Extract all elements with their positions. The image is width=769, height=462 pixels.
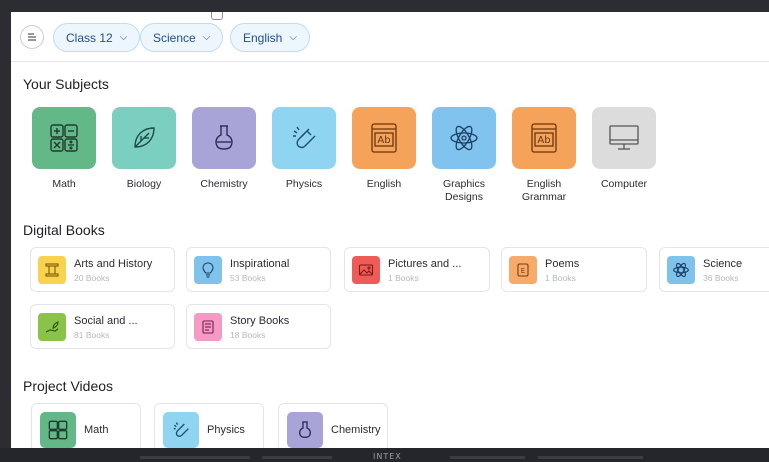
column-icon — [38, 256, 66, 284]
book-category-title: Story Books — [230, 315, 290, 327]
bezel-detail — [140, 456, 250, 459]
bezel-detail — [262, 456, 332, 459]
menu-icon — [28, 33, 36, 41]
book-category-card[interactable]: Social and ... 81 Books — [30, 304, 175, 349]
hand-plant-icon — [38, 313, 66, 341]
stream-filter-label: Science — [153, 30, 196, 45]
calculator-icon — [40, 412, 76, 448]
subject-label: Graphics Designs — [442, 178, 485, 203]
language-filter-label: English — [243, 30, 283, 45]
book-category-card[interactable]: E Poems 1 Books — [501, 247, 647, 292]
book-count: 81 Books — [74, 330, 110, 340]
subject-tile — [192, 107, 256, 169]
subject-tile: Ab — [512, 107, 576, 169]
chevron-down-icon: ⌵ — [119, 32, 128, 43]
subject-label: English Grammar — [521, 178, 567, 203]
video-label: Chemistry — [331, 424, 381, 436]
book-category-title: Poems — [545, 258, 580, 270]
ab-book-icon: Ab — [371, 123, 397, 153]
book-category-card[interactable]: Arts and History 20 Books — [30, 247, 175, 292]
book-category-title: Social and ... — [74, 315, 138, 327]
bezel-detail — [538, 456, 643, 459]
class-filter-dropdown[interactable]: Class 12 ⌵ — [53, 23, 141, 52]
subject-tile: Ab — [352, 107, 416, 169]
subject-label: Math — [52, 178, 76, 190]
bezel-detail — [450, 456, 525, 459]
book-count: 1 Books — [545, 273, 576, 283]
subject-tile — [112, 107, 176, 169]
subject-tile — [592, 107, 656, 169]
language-filter-dropdown[interactable]: English ⌵ — [230, 23, 310, 52]
filter-bar: Class 12 ⌵ Science ⌵ English ⌵ — [11, 12, 769, 62]
subject-math[interactable]: Math — [32, 107, 96, 191]
svg-text:E: E — [521, 267, 525, 275]
book-category-card[interactable]: Science 36 Books — [659, 247, 769, 292]
book-count: 36 Books — [703, 273, 739, 283]
project-video-card[interactable]: Physics — [154, 403, 264, 448]
bezel-brand-logo: INTEX — [373, 452, 402, 461]
calculator-icon — [50, 124, 78, 152]
subject-label: Computer — [600, 178, 648, 190]
chevron-down-icon: ⌵ — [289, 32, 297, 43]
subject-biology[interactable]: Biology — [112, 107, 176, 191]
video-label: Math — [84, 424, 109, 436]
subject-tile — [432, 107, 496, 169]
stream-filter-dropdown[interactable]: Science ⌵ — [140, 23, 224, 52]
svg-text:Ab: Ab — [537, 135, 550, 146]
chevron-down-icon: ⌵ — [202, 32, 211, 43]
menu-button[interactable] — [20, 25, 44, 49]
subject-label: Physics — [285, 178, 323, 190]
subject-tile — [32, 107, 96, 169]
subject-graphics-designs[interactable]: Graphics Designs — [432, 107, 496, 204]
flask-icon — [287, 412, 323, 448]
subject-tile — [272, 107, 336, 169]
scroll-icon: E — [509, 256, 537, 284]
book-category-card[interactable]: Pictures and ... 1 Books — [344, 247, 490, 292]
subjects-heading: Your Subjects — [23, 76, 109, 92]
app-screen: Class 12 ⌵ Science ⌵ English ⌵ Your Subj… — [11, 12, 769, 448]
subject-label: English — [366, 178, 402, 190]
book-count: 20 Books — [74, 273, 110, 283]
book-count: 53 Books — [230, 273, 266, 283]
subject-chemistry[interactable]: Chemistry — [192, 107, 256, 191]
project-video-card[interactable]: Math — [31, 403, 141, 448]
magnet-icon — [163, 412, 199, 448]
book-category-title: Inspirational — [230, 258, 290, 270]
atom-icon — [667, 256, 695, 284]
flask-icon — [215, 125, 233, 150]
subject-label: Chemistry — [200, 178, 248, 190]
book-category-title: Arts and History — [74, 258, 153, 270]
camera-notch — [211, 12, 223, 20]
video-label: Physics — [207, 424, 245, 436]
atom-icon — [450, 125, 478, 151]
book-category-title: Science — [703, 258, 743, 270]
books-heading: Digital Books — [23, 222, 105, 238]
book-category-card[interactable]: Story Books 18 Books — [186, 304, 331, 349]
bulb-icon — [194, 256, 222, 284]
magnet-icon — [293, 126, 316, 149]
storybook-icon — [194, 313, 222, 341]
book-category-title: Pictures and ... — [388, 258, 462, 270]
book-count: 1 Books — [388, 273, 419, 283]
ab-book-icon: Ab — [531, 123, 557, 153]
svg-text:Ab: Ab — [377, 135, 390, 146]
leaf-icon — [134, 127, 155, 148]
book-category-card[interactable]: Inspirational 53 Books — [186, 247, 331, 292]
subject-english-grammar[interactable]: Ab English Grammar — [512, 107, 576, 204]
picture-icon — [352, 256, 380, 284]
subject-physics[interactable]: Physics — [272, 107, 336, 191]
book-count: 18 Books — [230, 330, 266, 340]
subject-label: Biology — [126, 178, 162, 190]
subject-english[interactable]: Ab English — [352, 107, 416, 191]
videos-heading: Project Videos — [23, 378, 114, 394]
monitor-icon — [609, 125, 639, 150]
subject-computer[interactable]: Computer — [592, 107, 656, 191]
class-filter-label: Class 12 — [66, 30, 113, 45]
project-video-card[interactable]: Chemistry — [278, 403, 388, 448]
